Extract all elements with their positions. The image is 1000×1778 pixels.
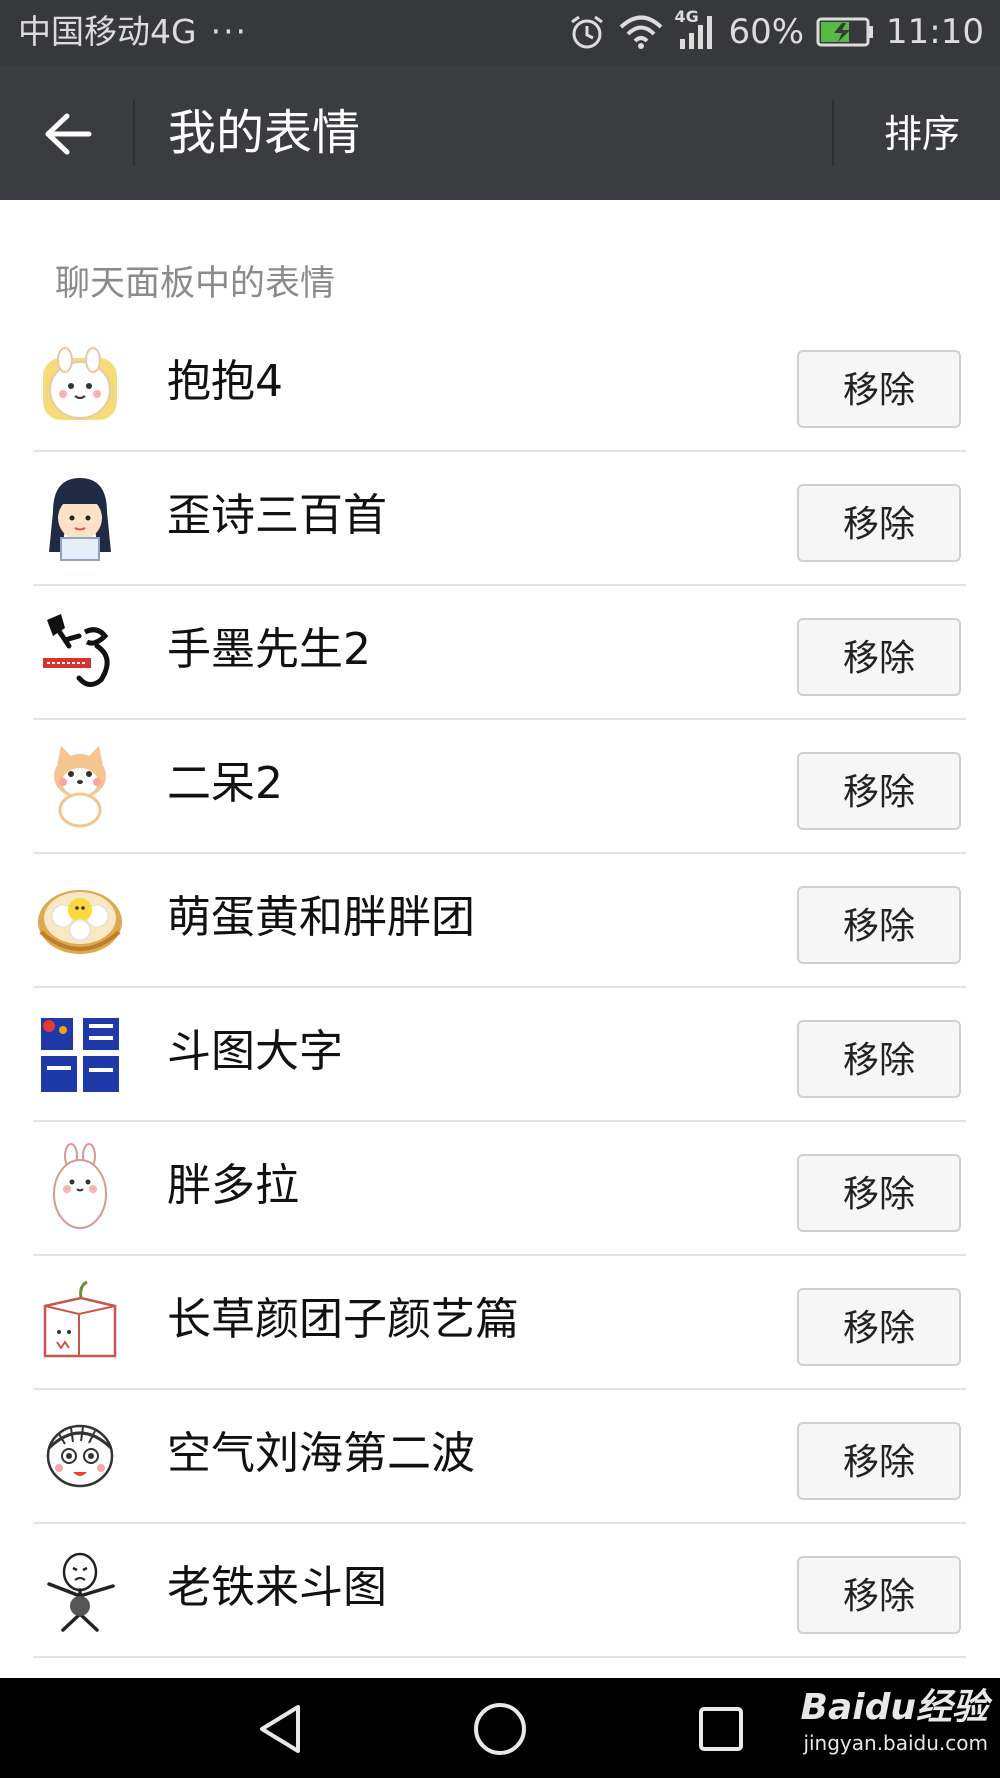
remove-button[interactable]: 移除 — [797, 1556, 961, 1634]
sticker-row: 空气刘海第二波 移除 — [0, 1390, 1000, 1524]
remove-button[interactable]: 移除 — [797, 1288, 961, 1366]
sticker-name: 萌蛋黄和胖胖团 — [167, 892, 475, 943]
bangs-girl-sticker-icon — [35, 1410, 125, 1500]
alarm-icon — [568, 13, 606, 51]
square-recents-icon — [699, 1707, 743, 1751]
row-divider — [33, 1656, 966, 1658]
hug-bunny-sticker-icon — [35, 338, 125, 428]
notification-dots: ··· — [210, 12, 249, 51]
network-type-badge: 4G — [674, 7, 699, 26]
sticker-row: 抱抱4 移除 — [0, 318, 1000, 452]
sticker-row: 歪诗三百首 移除 — [0, 452, 1000, 586]
remove-button[interactable]: 移除 — [797, 1020, 961, 1098]
sticker-row: 萌蛋黄和胖胖团 移除 — [0, 854, 1000, 988]
calligraphy-sticker-icon — [35, 606, 125, 696]
status-left: 中国移动4G ··· — [18, 12, 248, 52]
remove-button[interactable]: 移除 — [797, 484, 961, 562]
sticker-name: 老铁来斗图 — [167, 1562, 387, 1613]
nav-back-button[interactable] — [244, 1698, 314, 1760]
remove-button[interactable]: 移除 — [797, 618, 961, 696]
sticker-row: 斗图大字 移除 — [0, 988, 1000, 1122]
remove-button[interactable]: 移除 — [797, 752, 961, 830]
remove-button[interactable]: 移除 — [797, 886, 961, 964]
appbar-divider — [133, 100, 135, 166]
sort-button[interactable]: 排序 — [866, 102, 978, 166]
sticker-name: 胖多拉 — [167, 1160, 299, 1211]
app-bar: 我的表情 排序 — [0, 66, 1000, 200]
sticker-name: 空气刘海第二波 — [167, 1428, 475, 1479]
remove-button[interactable]: 移除 — [797, 1154, 961, 1232]
circle-home-icon — [474, 1703, 526, 1755]
carrier-label: 中国移动4G — [18, 12, 197, 51]
back-arrow-icon — [45, 113, 92, 155]
sticker-row: 老铁来斗图 移除 — [0, 1524, 1000, 1658]
meme-man-sticker-icon — [35, 1544, 125, 1634]
cellular-signal-icon: 4G — [674, 7, 716, 51]
system-nav-bar: Baidu经验 jingyan.baidu.com — [0, 1678, 1000, 1778]
box-bun-sticker-icon — [35, 1276, 125, 1366]
remove-button[interactable]: 移除 — [797, 1422, 961, 1500]
sticker-name: 抱抱4 — [167, 356, 283, 407]
sticker-row: 胖多拉 移除 — [0, 1122, 1000, 1256]
wifi-icon — [618, 14, 664, 50]
appbar-divider — [832, 100, 834, 166]
section-header: 聊天面板中的表情 — [55, 264, 336, 304]
steamer-buns-sticker-icon — [35, 874, 125, 964]
triangle-back-icon — [260, 1705, 300, 1753]
status-right: 4G 60% 11:10 — [568, 7, 984, 54]
watermark-logo: Baidu经验 — [800, 1687, 988, 1728]
nav-recents-button[interactable] — [686, 1698, 756, 1760]
watermark-url: jingyan.baidu.com — [803, 1731, 988, 1755]
sticker-row: 长草颜团子颜艺篇 移除 — [0, 1256, 1000, 1390]
sticker-list: 抱抱4 移除 歪诗三百首 移除 手墨先生2 移除 二呆2 移除 萌蛋黄和胖胖团 … — [0, 318, 1000, 1658]
big-text-sticker-icon — [35, 1008, 125, 1098]
chubby-rabbit-sticker-icon — [35, 1142, 125, 1232]
sticker-name: 二呆2 — [167, 758, 283, 809]
sticker-name: 手墨先生2 — [167, 624, 371, 675]
battery-percent: 60% — [728, 12, 805, 52]
sticker-name: 斗图大字 — [167, 1026, 343, 1077]
nav-home-button[interactable] — [465, 1698, 535, 1760]
back-button[interactable] — [30, 96, 106, 172]
page-title: 我的表情 — [168, 105, 361, 161]
sticker-row: 手墨先生2 移除 — [0, 586, 1000, 720]
sticker-name: 长草颜团子颜艺篇 — [167, 1294, 519, 1345]
watermark: Baidu经验 jingyan.baidu.com — [801, 1686, 988, 1756]
sticker-name: 歪诗三百首 — [167, 490, 387, 541]
battery-charging-icon — [816, 17, 874, 47]
status-bar: 中国移动4G ··· 4G 60% 11:10 — [0, 0, 1000, 66]
shiba-dog-sticker-icon — [35, 740, 125, 830]
clock-time: 11:10 — [886, 12, 984, 52]
remove-button[interactable]: 移除 — [797, 350, 961, 428]
sticker-row: 二呆2 移除 — [0, 720, 1000, 854]
scholar-boy-sticker-icon — [35, 472, 125, 562]
